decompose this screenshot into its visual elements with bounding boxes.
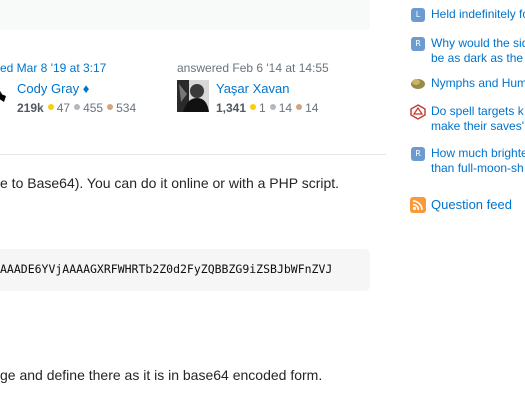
answerer-bronze-count: 14 bbox=[305, 101, 319, 115]
sidebar-question-link[interactable]: Do spell targets k make their saves' bbox=[431, 104, 524, 134]
sidebar-question-line[interactable]: be as dark as the bbox=[431, 51, 525, 66]
sidebar-question-line[interactable]: Do spell targets k bbox=[431, 104, 524, 119]
code-block[interactable]: AAADE6YVjAAAAGXRFWHRTb2Z0d2FyZQBBZG9iZSB… bbox=[0, 249, 370, 291]
rss-icon[interactable] bbox=[410, 197, 426, 213]
answerer-name-link[interactable]: Yaşar Xavan bbox=[216, 81, 289, 96]
sidebar-question-link[interactable]: How much brighte than full-moon-sh bbox=[431, 146, 525, 176]
rpg-icon: R bbox=[411, 37, 425, 51]
answer-paragraph-1: e to Base64). You can do it online or wi… bbox=[0, 175, 340, 191]
question-feed-link[interactable]: Question feed bbox=[431, 197, 512, 212]
gold-badge-icon bbox=[47, 104, 54, 111]
editor-silver-count: 455 bbox=[83, 101, 104, 115]
answer-timestamp[interactable]: answered Feb 6 '14 at 14:55 bbox=[177, 61, 329, 75]
answerer-gold-count: 1 bbox=[259, 101, 266, 115]
editor-avatar[interactable] bbox=[0, 80, 8, 110]
silver-badge-icon bbox=[74, 104, 81, 111]
answerer-silver-count: 14 bbox=[278, 101, 293, 115]
gold-badge-icon bbox=[250, 104, 257, 111]
sidebar-question-link[interactable]: Nymphs and Hum bbox=[431, 76, 525, 91]
sidebar-question-line[interactable]: make their saves' bbox=[431, 119, 524, 134]
d20-icon bbox=[410, 104, 426, 120]
editor-name-link[interactable]: Cody Gray ♦ bbox=[17, 81, 89, 96]
sidebar-question-link[interactable]: Why would the sid be as dark as the bbox=[431, 36, 525, 66]
code-text[interactable]: AAADE6YVjAAAAGXRFWHRTb2Z0d2FyZQBBZG9iZSB… bbox=[0, 262, 332, 276]
edit-timestamp-link[interactable]: ed Mar 8 '19 at 3:17 bbox=[0, 61, 106, 75]
bronze-badge-icon bbox=[107, 104, 114, 111]
answer-divider bbox=[0, 154, 386, 155]
sidebar-question-line[interactable]: Why would the sid bbox=[431, 36, 525, 51]
rpg-icon: L bbox=[411, 8, 425, 22]
top-notice-box bbox=[0, 0, 370, 30]
silver-badge-icon bbox=[269, 104, 276, 111]
bronze-badge-icon bbox=[296, 104, 303, 111]
sidebar-question-line[interactable]: than full-moon-sh bbox=[431, 161, 525, 176]
sidebar-question-link[interactable]: Held indefinitely fo bbox=[431, 7, 525, 22]
editor-bronze-count: 534 bbox=[116, 101, 137, 115]
answerer-avatar[interactable] bbox=[177, 80, 209, 112]
editor-gold-count: 47 bbox=[56, 101, 71, 115]
editor-reputation-row: 219k 47 455 534 bbox=[17, 99, 136, 117]
bird-icon bbox=[410, 76, 426, 90]
rpg-icon: R bbox=[411, 147, 425, 161]
sidebar-question-line[interactable]: How much brighte bbox=[431, 146, 525, 161]
editor-reputation: 219k bbox=[17, 101, 44, 115]
answerer-reputation-row: 1,341 1 14 14 bbox=[216, 99, 318, 117]
answer-paragraph-2: ge and define there as it is in base64 e… bbox=[0, 367, 323, 383]
answerer-reputation: 1,341 bbox=[216, 101, 247, 115]
